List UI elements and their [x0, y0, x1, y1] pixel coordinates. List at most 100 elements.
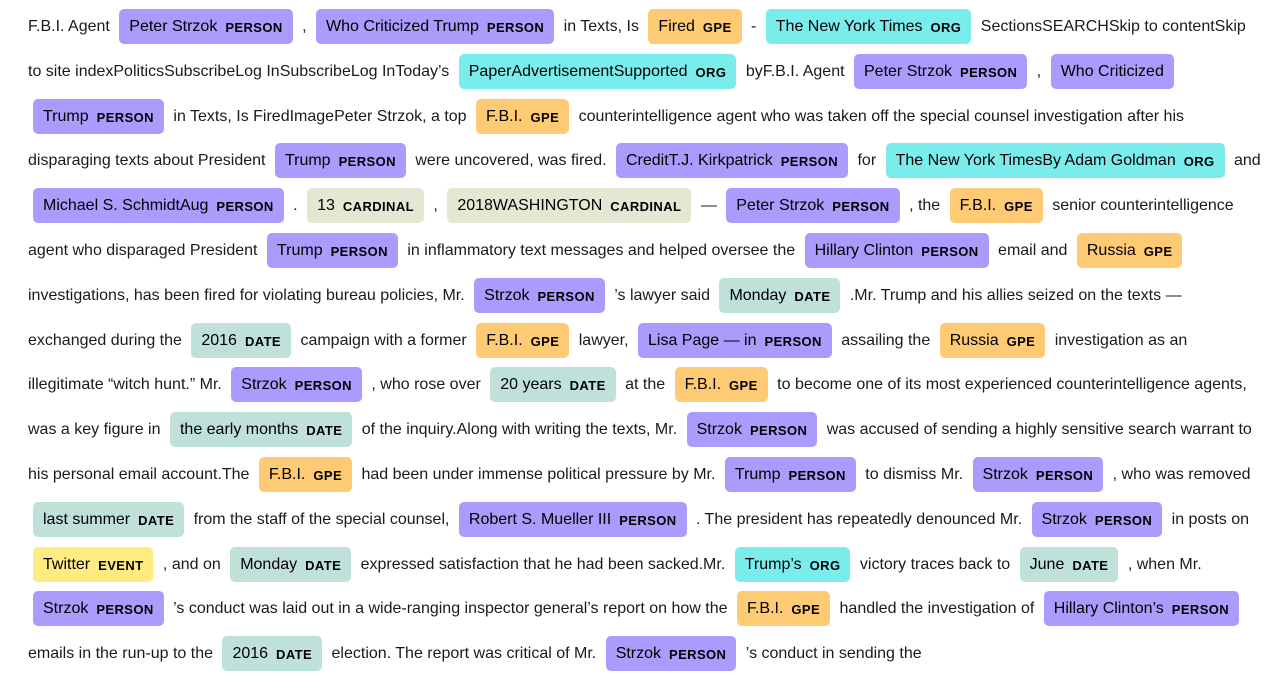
- entity-text: Hillary Clinton’s: [1053, 600, 1164, 618]
- entity-label: PERSON: [216, 199, 274, 215]
- plain-text: investigations, has been fired for viola…: [28, 286, 465, 304]
- entity-label: CARDINAL: [342, 199, 414, 215]
- entity-org: The New York TimesBy Adam Goldman ORG: [885, 143, 1225, 179]
- plain-text: -: [750, 18, 757, 35]
- entity-text: Strzok: [982, 465, 1028, 483]
- plain-text: ,: [302, 18, 307, 35]
- entity-text: Trump: [734, 465, 781, 483]
- entity-gpe: F.B.I. GPE: [476, 322, 570, 358]
- plain-text: —: [700, 197, 717, 215]
- plain-text: in posts on: [1171, 510, 1250, 528]
- entity-date: 20 years DATE: [490, 367, 616, 403]
- plain-text: , and on: [162, 555, 221, 573]
- entity-gpe: F.B.I. GPE: [258, 456, 353, 492]
- entity-org: The New York Times ORG: [765, 9, 972, 44]
- entity-label: DATE: [305, 557, 342, 573]
- entity-label: ORG: [930, 20, 962, 35]
- entity-label: PERSON: [225, 20, 283, 35]
- entity-label: PERSON: [788, 467, 846, 483]
- entity-label: GPE: [313, 467, 343, 483]
- entity-label: GPE: [530, 109, 560, 125]
- entity-label: PERSON: [537, 288, 595, 304]
- entity-text: Strzok: [696, 421, 742, 439]
- entity-label: PERSON: [294, 378, 352, 394]
- entity-text: Russia: [949, 331, 999, 349]
- entity-text: Strzok: [484, 286, 530, 304]
- entity-label: PERSON: [486, 20, 545, 35]
- entity-gpe: F.B.I. GPE: [736, 591, 831, 627]
- entity-text: Monday: [729, 286, 787, 304]
- entity-label: PERSON: [780, 154, 839, 170]
- entity-date: last summer DATE: [33, 501, 185, 537]
- entity-text: Peter Strzok: [129, 18, 218, 35]
- entity-label: GPE: [1004, 199, 1033, 215]
- entity-person: Strzok PERSON: [474, 277, 605, 313]
- entity-label: PERSON: [764, 333, 822, 349]
- plain-text: had been under immense political pressur…: [361, 465, 716, 483]
- entity-label: PERSON: [921, 243, 979, 259]
- entity-date: Monday DATE: [230, 546, 352, 582]
- entity-person: Robert S. Mueller III PERSON: [458, 501, 687, 537]
- entity-label: PERSON: [669, 647, 727, 663]
- entity-text: 2018WASHINGTON: [457, 197, 603, 215]
- entity-label: DATE: [569, 378, 606, 394]
- entity-text: Robert S. Mueller III: [468, 510, 612, 528]
- entity-label: DATE: [138, 512, 175, 528]
- entity-text: 2016: [232, 645, 269, 663]
- entity-text: Strzok: [43, 600, 89, 618]
- entity-person: Peter Strzok PERSON: [119, 9, 293, 44]
- entity-text: Who Criticized Trump: [325, 18, 479, 35]
- entity-text: Lisa Page — in: [648, 331, 757, 349]
- entity-person: Trump PERSON: [274, 143, 406, 179]
- entity-person: Strzok PERSON: [605, 636, 737, 672]
- entity-label: DATE: [276, 647, 313, 663]
- entity-text: 13: [317, 197, 335, 215]
- entity-label: PERSON: [749, 423, 808, 439]
- entity-label: PERSON: [1171, 602, 1230, 618]
- entity-text: The New York TimesBy Adam Goldman: [895, 152, 1176, 170]
- entity-text: F.B.I.: [268, 465, 306, 483]
- plain-text: were uncovered, was fired.: [415, 152, 607, 170]
- entity-person: Michael S. SchmidtAug PERSON: [33, 188, 284, 224]
- entity-gpe: F.B.I. GPE: [674, 367, 768, 403]
- entity-label: DATE: [306, 423, 343, 439]
- plain-text: handled the investigation of: [839, 600, 1035, 618]
- entity-person: Strzok PERSON: [33, 591, 164, 627]
- entity-text: Peter Strzok: [864, 62, 953, 80]
- plain-text: ’s conduct in sending the: [745, 645, 922, 663]
- entity-label: PERSON: [619, 512, 677, 528]
- plain-text: assailing the: [841, 331, 931, 349]
- entity-person: Hillary Clinton’s PERSON: [1043, 591, 1240, 627]
- entity-person: CreditT.J. Kirkpatrick PERSON: [616, 143, 849, 179]
- entity-text: Trump: [284, 152, 331, 170]
- entity-label: EVENT: [98, 557, 144, 573]
- entity-label: PERSON: [960, 64, 1018, 80]
- entity-date: June DATE: [1019, 546, 1119, 582]
- entity-label: DATE: [1072, 557, 1109, 573]
- entity-label: GPE: [791, 602, 821, 618]
- plain-text: ,: [433, 197, 438, 215]
- entity-date: 2016 DATE: [222, 636, 323, 672]
- plain-text: lawyer,: [578, 331, 629, 349]
- entity-label: CARDINAL: [610, 199, 682, 215]
- plain-text: .: [293, 197, 298, 215]
- entity-person: Peter Strzok PERSON: [854, 53, 1028, 89]
- entity-text: Trump’s: [744, 555, 802, 573]
- entity-gpe: F.B.I. GPE: [476, 98, 570, 134]
- entity-person: Who Criticized Trump PERSON: [315, 9, 555, 44]
- entity-gpe: Fired GPE: [648, 9, 742, 44]
- plain-text: F.B.I. Agent: [28, 18, 110, 35]
- plain-text: to dismiss Mr.: [865, 465, 964, 483]
- entity-text: F.B.I.: [684, 376, 722, 394]
- plain-text: at the: [625, 376, 666, 394]
- entity-label: PERSON: [96, 602, 154, 618]
- entity-event: Twitter EVENT: [33, 546, 154, 582]
- entity-text: CreditT.J. Kirkpatrick: [626, 152, 773, 170]
- entity-label: PERSON: [330, 243, 388, 259]
- entity-label: ORG: [809, 557, 841, 573]
- entity-label: PERSON: [1035, 467, 1094, 483]
- entity-person: Trump PERSON: [266, 232, 398, 268]
- entity-person: Strzok PERSON: [1031, 501, 1163, 537]
- plain-text: of the inquiry.Along with writing the te…: [361, 421, 678, 439]
- plain-text: ’s conduct was laid out in a wide-rangin…: [173, 600, 728, 618]
